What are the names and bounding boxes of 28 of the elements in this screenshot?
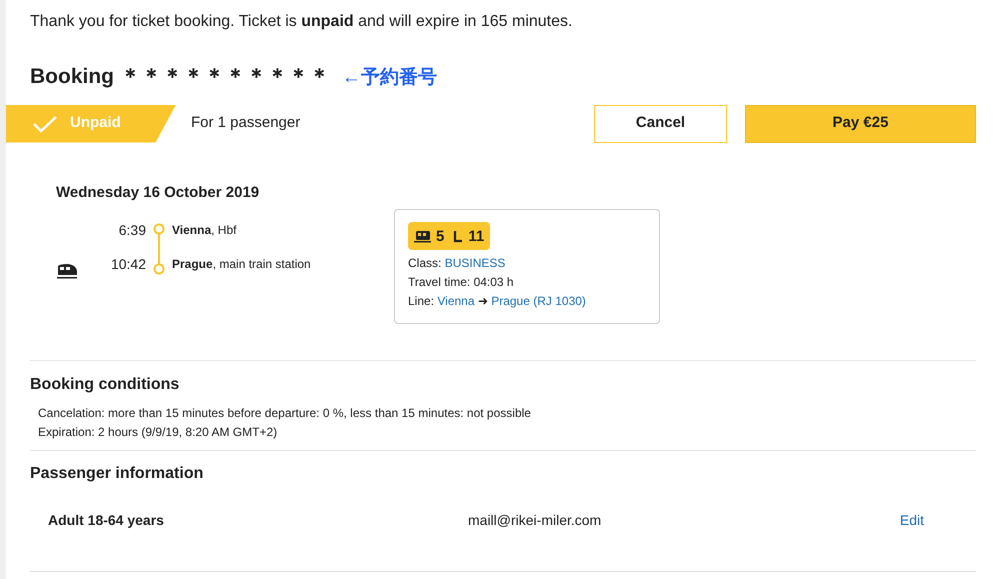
condition-text: Expiration: 2 hours (9/9/19, 8:20 AM GMT+2) [38, 424, 278, 441]
booking-title: Booking ＊＊＊＊＊＊＊＊＊＊ [30, 64, 330, 90]
pay-button[interactable]: Pay €25 [745, 104, 976, 142]
route-line-drawing [152, 223, 166, 275]
station-name: Prague, main train station [172, 256, 312, 272]
line-text: Line: Vienna ➜ Prague (RJ 1030) [408, 293, 587, 310]
annotation-text: ←予約番号 [342, 66, 437, 90]
section-title: Passenger information [29, 464, 204, 484]
status-badge: Unpaid [6, 104, 176, 142]
notice-text: Thank you for ticket booking. Ticket is unpaid and will expire in 165 minutes. [29, 12, 574, 32]
departure-time: 6:39 [118, 222, 146, 238]
passenger-email: maill@rikei-miler.com [468, 511, 602, 530]
station-name: Vienna, Hbf [172, 222, 238, 238]
departure-time: 10:42 [110, 256, 146, 272]
class-text: Class: BUSINESS [408, 255, 506, 272]
trip-date: Wednesday 16 October 2019 [55, 182, 260, 202]
condition-text: Cancelation: more than 15 minutes before departure: 0 %, less than 15 minutes: not possible [38, 405, 532, 422]
train-icon [56, 263, 78, 279]
check-icon [32, 114, 58, 132]
section-title: Booking conditions [29, 375, 180, 395]
travel-time-text: Travel time: 04:03 h [408, 274, 515, 291]
cancel-button[interactable]: Cancel [594, 104, 727, 142]
edit-link[interactable]: Edit [900, 510, 924, 531]
seat-badge: 5 11 [408, 222, 490, 250]
seat-icon [453, 230, 464, 242]
passenger-count: For 1 passenger [191, 113, 300, 134]
passenger-type: Adult 18-64 years [48, 511, 165, 530]
wagon-icon [414, 230, 431, 242]
